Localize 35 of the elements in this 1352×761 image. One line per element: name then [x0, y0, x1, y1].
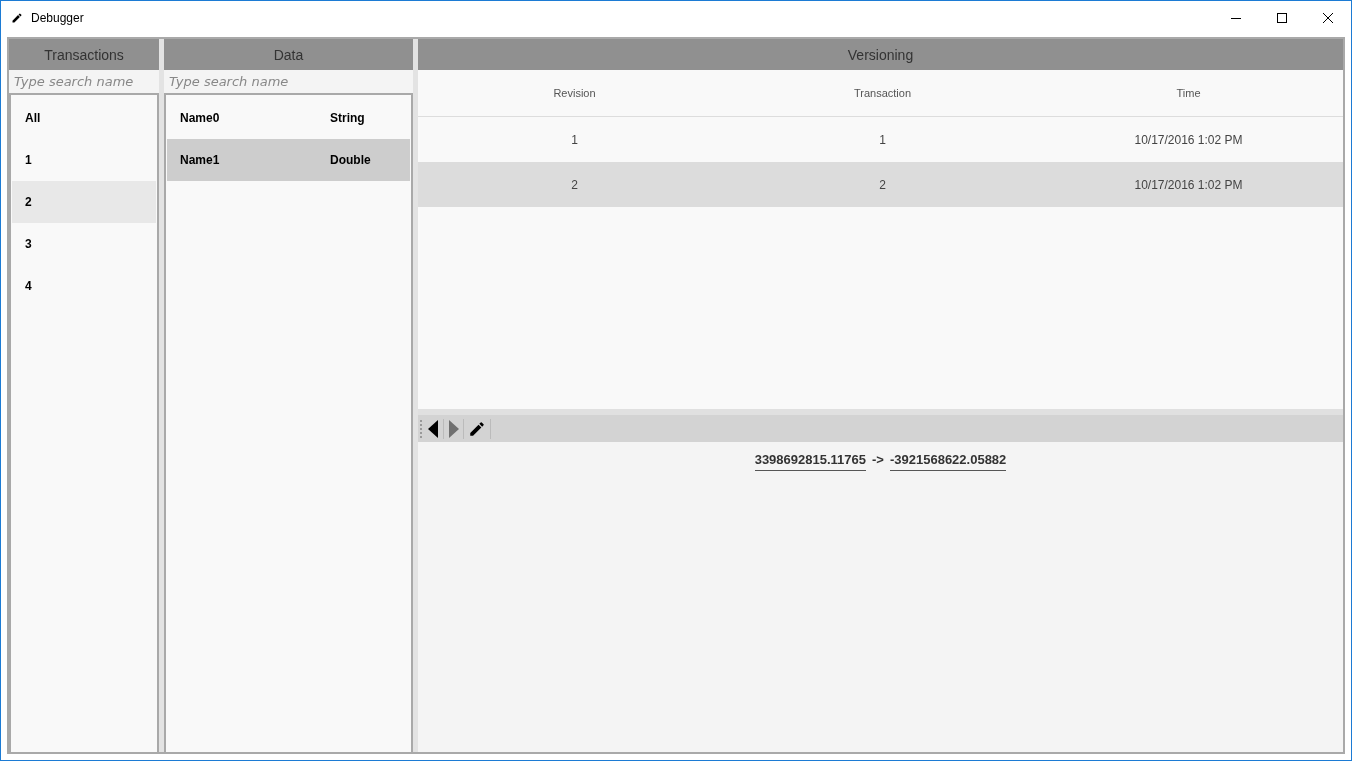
new-value-field[interactable]: -3921568622.05882 — [889, 452, 1007, 471]
column-header[interactable]: Time — [1176, 87, 1201, 99]
panel-header: Transactions — [9, 39, 159, 70]
search-field[interactable]: Type search name — [9, 70, 159, 95]
table-cell: 1 — [571, 132, 578, 147]
transaction-item[interactable]: All — [12, 97, 156, 139]
column-header[interactable]: Transaction — [853, 87, 912, 99]
column-header[interactable]: Revision — [553, 87, 596, 99]
table-row[interactable]: 2 2 10/17/2016 1:02 PM — [418, 162, 1343, 207]
panel-header: Data — [164, 39, 413, 70]
left-triangle-icon[interactable] — [428, 419, 439, 438]
right-triangle-icon[interactable] — [448, 419, 459, 438]
transaction-item[interactable]: 3 — [12, 223, 156, 265]
panel-header: Versioning — [418, 39, 1343, 70]
transaction-item[interactable]: 2 — [12, 181, 156, 223]
pencil-icon[interactable] — [468, 419, 486, 438]
arrow-text: -> — [872, 452, 884, 469]
table-cell: 2 — [571, 177, 578, 192]
pencil-icon — [11, 11, 23, 24]
table-cell: 1 — [879, 132, 886, 147]
table-cell: 10/17/2016 1:02 PM — [1134, 132, 1243, 147]
window-title: Debugger — [31, 10, 84, 25]
data-row[interactable]: Name1 Double — [167, 139, 410, 181]
old-value-field[interactable]: 3398692815.11765 — [754, 452, 866, 471]
data-type-text: Double — [330, 153, 372, 167]
search-field[interactable]: Type search name — [164, 70, 413, 95]
data-name-text: Name0 — [180, 111, 220, 125]
table-cell: 10/17/2016 1:02 PM — [1134, 177, 1243, 192]
transaction-item[interactable]: 1 — [12, 139, 156, 181]
table-cell: 2 — [879, 177, 886, 192]
transaction-item[interactable]: 4 — [12, 265, 156, 307]
data-name-text: Name1 — [180, 153, 220, 167]
table-row[interactable]: 1 1 10/17/2016 1:02 PM — [418, 117, 1343, 162]
data-row[interactable]: Name0 String — [167, 97, 410, 139]
data-type-text: String — [330, 111, 366, 125]
